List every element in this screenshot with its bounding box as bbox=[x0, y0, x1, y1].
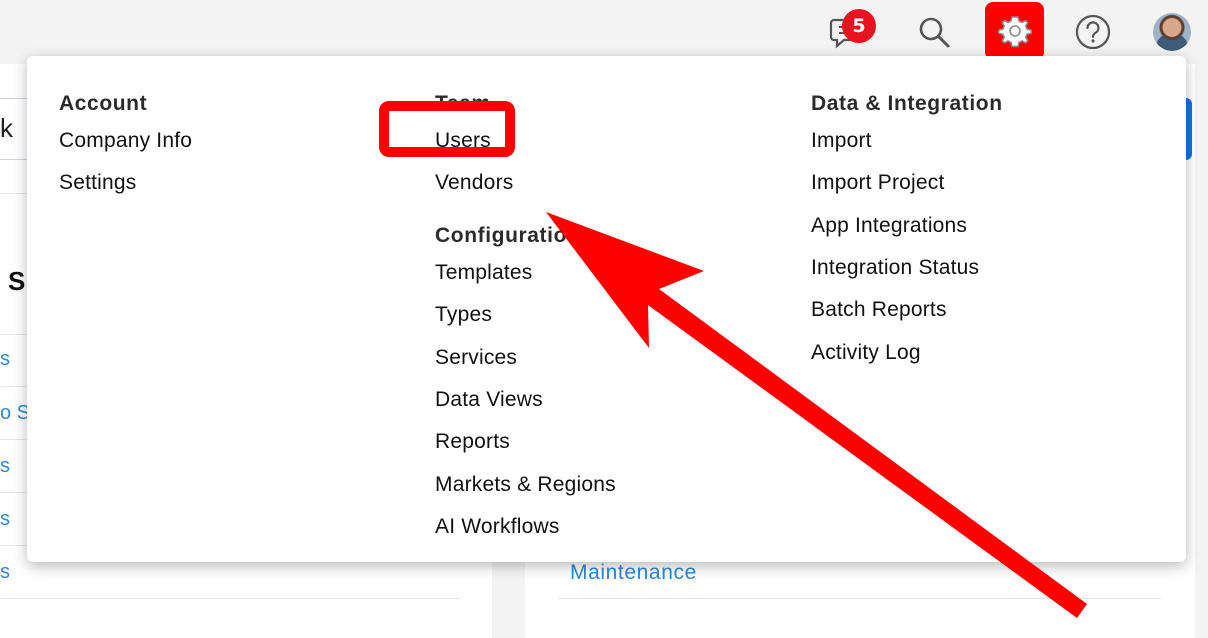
menu-item-users[interactable]: Users bbox=[435, 129, 491, 153]
menu-item-types[interactable]: Types bbox=[435, 303, 492, 327]
menu-heading-team: Team bbox=[435, 92, 491, 115]
list-link[interactable]: o S bbox=[0, 402, 30, 425]
menu-item-batch-reports[interactable]: Batch Reports bbox=[811, 298, 947, 322]
list-link[interactable]: s bbox=[0, 348, 10, 371]
menu-item-services[interactable]: Services bbox=[435, 346, 517, 370]
list-link[interactable]: s bbox=[0, 508, 10, 531]
menu-heading-account: Account bbox=[59, 92, 148, 115]
menu-item-company-info[interactable]: Company Info bbox=[59, 129, 192, 153]
menu-item-templates[interactable]: Templates bbox=[435, 261, 533, 285]
menu-heading-data-integration: Data & Integration bbox=[811, 92, 1003, 115]
menu-item-integration-status[interactable]: Integration Status bbox=[811, 256, 979, 280]
menu-item-activity-log[interactable]: Activity Log bbox=[811, 341, 921, 365]
avatar[interactable] bbox=[1152, 12, 1192, 52]
list-link[interactable]: s bbox=[0, 455, 10, 478]
notification-badge: 5 bbox=[842, 9, 876, 43]
gear-icon[interactable] bbox=[985, 2, 1044, 60]
divider bbox=[558, 598, 1161, 599]
maintenance-link[interactable]: Maintenance bbox=[570, 561, 697, 585]
menu-item-app-integrations[interactable]: App Integrations bbox=[811, 214, 967, 238]
menu-heading-configuration: Configuratio bbox=[435, 224, 568, 247]
help-icon[interactable] bbox=[1071, 10, 1115, 54]
list-link[interactable]: s bbox=[0, 561, 10, 584]
settings-menu: Account Company Info Settings Team Users… bbox=[27, 56, 1186, 562]
search-icon[interactable] bbox=[912, 10, 956, 54]
menu-item-data-views[interactable]: Data Views bbox=[435, 388, 543, 412]
top-bar: 5 bbox=[0, 0, 1208, 64]
menu-item-reports[interactable]: Reports bbox=[435, 430, 510, 454]
menu-item-markets-regions[interactable]: Markets & Regions bbox=[435, 473, 616, 497]
search-field-text: k bbox=[0, 113, 13, 143]
menu-item-import[interactable]: Import bbox=[811, 129, 872, 153]
menu-item-settings[interactable]: Settings bbox=[59, 171, 136, 195]
menu-item-ai-workflows[interactable]: AI Workflows bbox=[435, 515, 560, 539]
menu-item-import-project[interactable]: Import Project bbox=[811, 171, 945, 195]
divider bbox=[0, 598, 460, 599]
menu-item-vendors[interactable]: Vendors bbox=[435, 171, 513, 195]
